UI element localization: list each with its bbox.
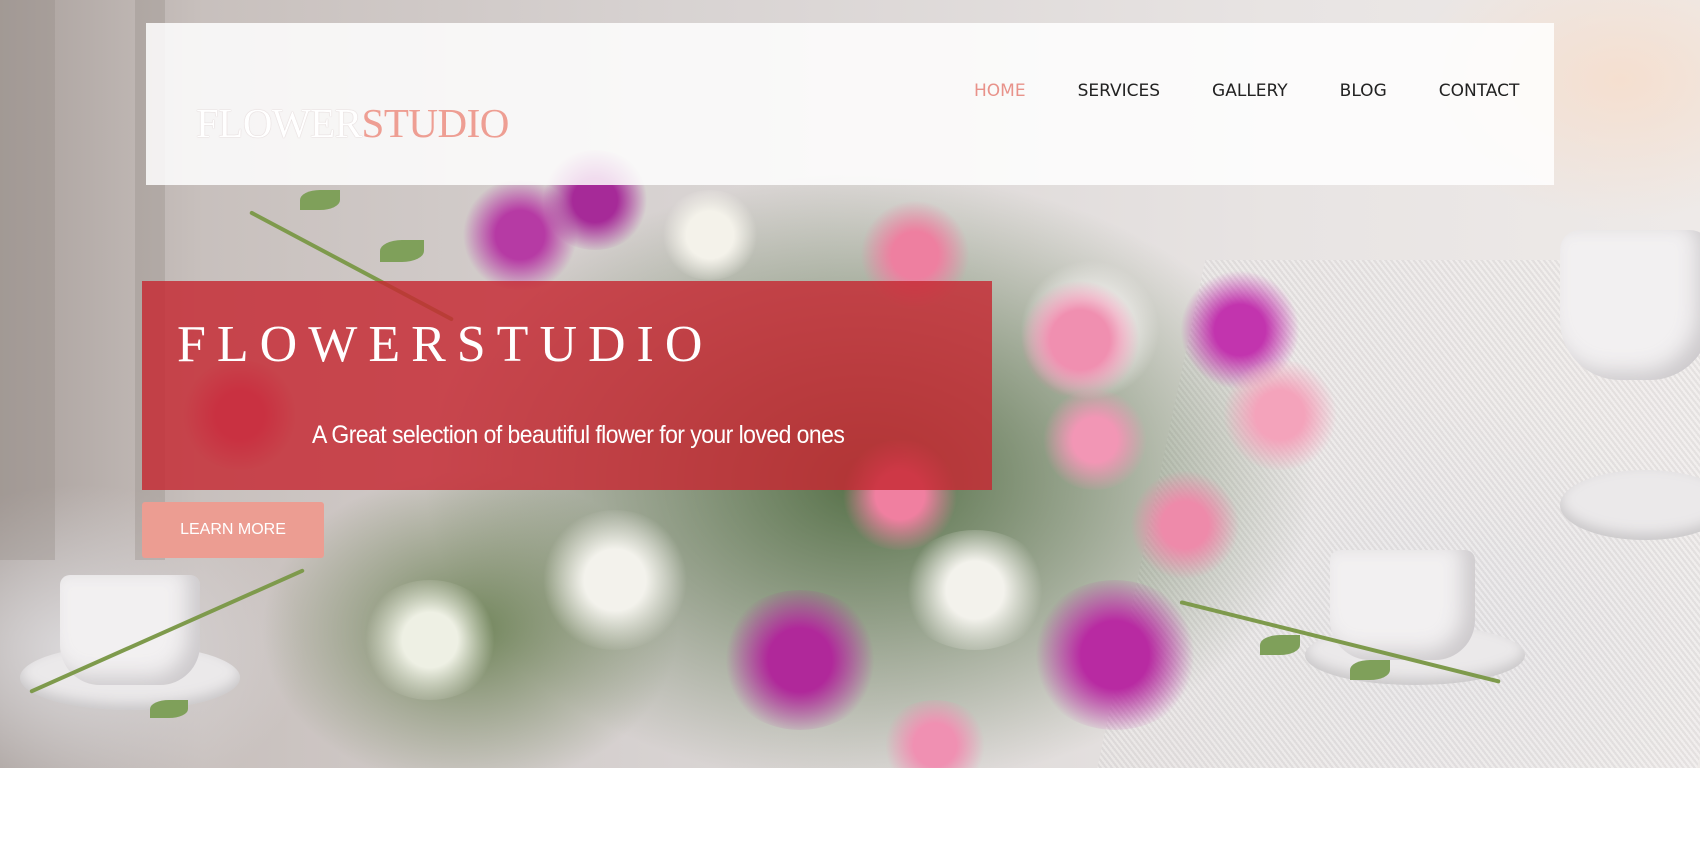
white-rose-bloom bbox=[660, 190, 760, 280]
leaf bbox=[1260, 635, 1300, 655]
background-pillar bbox=[0, 0, 55, 560]
rose-bloom bbox=[1020, 280, 1140, 400]
hero-banner: FLOWERSTUDIO A Great selection of beauti… bbox=[142, 281, 992, 490]
orchid-bloom bbox=[1030, 580, 1200, 730]
hero-title: FLOWERSTUDIO bbox=[177, 316, 714, 373]
orchid-bloom bbox=[720, 590, 880, 730]
nav-services[interactable]: SERVICES bbox=[1078, 81, 1160, 105]
white-orchid-bloom bbox=[540, 510, 690, 650]
leaf bbox=[380, 240, 424, 262]
leaf bbox=[150, 700, 188, 718]
hero-subtitle: A Great selection of beautiful flower fo… bbox=[312, 421, 845, 449]
site-header: FLOWERSTUDIO HOME SERVICES GALLERY BLOG … bbox=[146, 23, 1554, 185]
rose-bloom bbox=[1220, 360, 1340, 470]
nav-blog[interactable]: BLOG bbox=[1340, 81, 1387, 105]
site-logo[interactable]: FLOWERSTUDIO bbox=[196, 103, 509, 144]
nav-gallery[interactable]: GALLERY bbox=[1212, 81, 1288, 105]
white-orchid-bloom bbox=[900, 530, 1050, 650]
logo-text-studio: STUDIO bbox=[361, 100, 510, 146]
nav-home[interactable]: HOME bbox=[974, 81, 1026, 105]
tea-pot bbox=[1560, 230, 1700, 380]
nav-contact[interactable]: CONTACT bbox=[1439, 81, 1520, 105]
rose-bloom bbox=[1040, 390, 1150, 490]
leaf bbox=[300, 190, 340, 210]
main-nav: HOME SERVICES GALLERY BLOG CONTACT bbox=[974, 81, 1519, 105]
logo-text-flower: FLOWER bbox=[196, 100, 362, 146]
rose-bloom bbox=[1130, 470, 1240, 580]
leaf bbox=[1350, 660, 1390, 680]
learn-more-button[interactable]: LEARN MORE bbox=[142, 502, 324, 558]
white-orchid-bloom bbox=[360, 580, 500, 700]
